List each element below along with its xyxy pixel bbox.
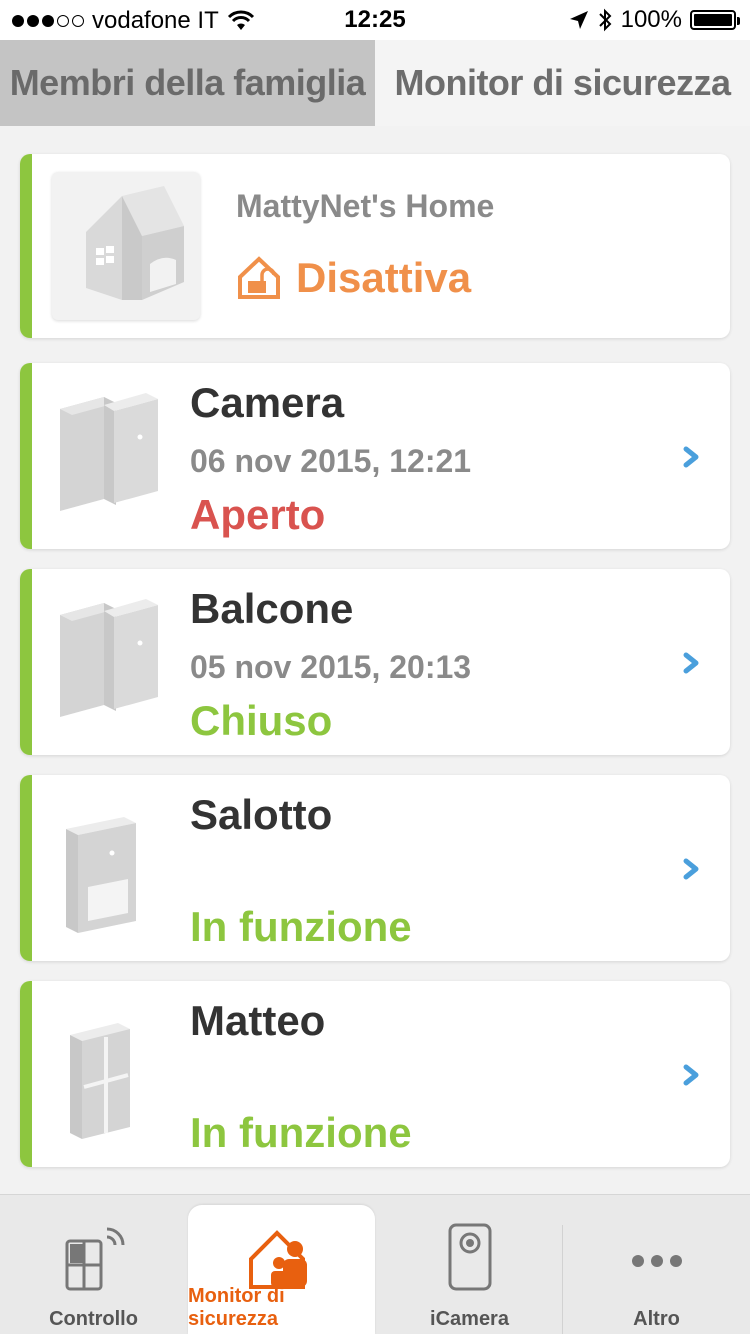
device-timestamp: 06 nov 2015, 12:21 (190, 443, 472, 479)
device-status: In funzione (190, 903, 412, 950)
door-window-sensor-icon (60, 393, 158, 511)
chevron-right-icon[interactable] (680, 443, 702, 471)
device-card[interactable]: Salotto In funzione (20, 775, 730, 961)
device-card[interactable]: Camera 06 nov 2015, 12:21 Aperto (20, 363, 730, 549)
tab-security-label: Monitor di sicurezza (188, 1285, 285, 1330)
device-name: Camera (190, 379, 345, 426)
device-name: Salotto (190, 791, 333, 838)
device-timestamp: 05 nov 2015, 20:13 (190, 649, 472, 685)
card-accent-bar (20, 775, 32, 961)
card-accent-bar (20, 981, 32, 1167)
tab-icamera[interactable]: iCamera (376, 1195, 563, 1334)
location-arrow-icon (569, 11, 588, 29)
device-card[interactable]: Matteo In funzione (20, 981, 730, 1167)
wall-switch-icon (70, 1023, 130, 1139)
device-status: In funzione (190, 1109, 412, 1156)
unlocked-house-icon (238, 256, 280, 299)
motion-sensor-icon (66, 817, 136, 933)
card-accent-bar (20, 363, 32, 549)
tab-security-monitor[interactable]: Monitor di sicurezza (375, 40, 750, 126)
device-status: Aperto (190, 491, 326, 538)
card-accent-bar (20, 569, 32, 755)
status-bar: vodafone IT 12:25 100% (0, 0, 750, 40)
tab-more-label: Altro (633, 1308, 680, 1330)
chevron-right-icon[interactable] (680, 855, 702, 883)
chevron-right-icon[interactable] (680, 1061, 702, 1089)
device-name: Balcone (190, 585, 354, 632)
device-card[interactable]: Balcone 05 nov 2015, 20:13 Chiuso (20, 569, 730, 755)
remote-control-icon (54, 1223, 134, 1293)
chevron-right-icon[interactable] (680, 649, 702, 677)
family-home-icon (242, 1223, 322, 1293)
tab-icamera-label: iCamera (430, 1308, 509, 1330)
card-accent-bar (20, 154, 32, 338)
device-status: Chiuso (190, 697, 333, 744)
battery-icon (690, 10, 740, 30)
home-status-label: Disattiva (296, 254, 472, 301)
house-icon (52, 172, 200, 320)
tab-family-members[interactable]: Membri della famiglia (0, 40, 375, 126)
top-tabs: Membri della famiglia Monitor di sicurez… (0, 40, 750, 126)
home-status: Disattiva (236, 254, 471, 302)
camera-icon (430, 1223, 510, 1293)
bottom-tab-bar: Controllo Monitor di sicurezza iCamera A… (0, 1194, 750, 1334)
home-card[interactable]: MattyNet's Home Disattiva (20, 154, 730, 338)
home-name: MattyNet's Home (236, 188, 495, 224)
device-name: Matteo (190, 997, 326, 1044)
status-right: 100% (569, 6, 740, 34)
tab-control-label: Controllo (49, 1308, 138, 1330)
bluetooth-icon (598, 8, 612, 32)
tab-control[interactable]: Controllo (0, 1195, 187, 1334)
battery-percent: 100% (620, 6, 682, 33)
more-dots-icon (617, 1223, 697, 1293)
tab-security-monitor-bottom[interactable]: Monitor di sicurezza (188, 1205, 375, 1334)
door-window-sensor-icon (60, 599, 158, 717)
tab-more[interactable]: Altro (563, 1195, 750, 1334)
